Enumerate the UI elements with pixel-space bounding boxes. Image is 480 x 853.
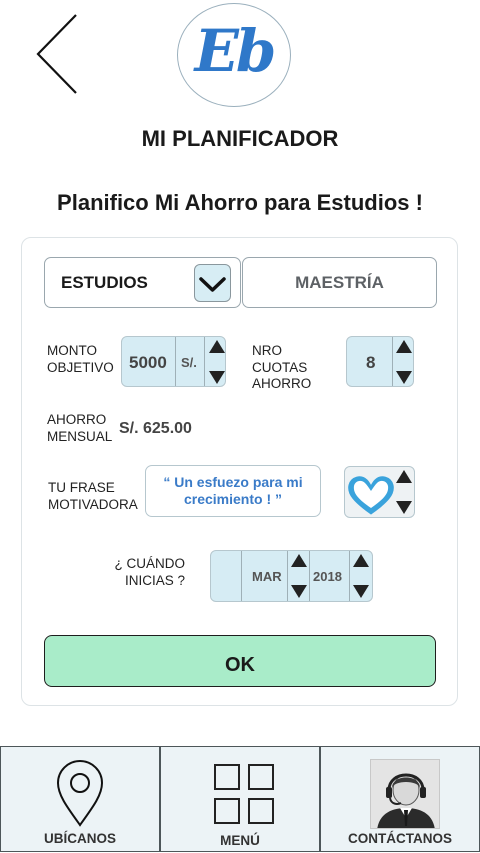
currency-label: S/. [181, 355, 197, 370]
heart-icon [348, 476, 394, 515]
nav-label-menu: MENÚ [220, 833, 260, 848]
chevron-down-icon [199, 277, 226, 292]
up-down-arrows-icon[interactable] [393, 468, 415, 517]
motivational-phrase-label: TU FRASE MOTIVADORA [48, 480, 138, 512]
page-subtitle: Planifico Mi Ahorro para Estudios ! [57, 190, 423, 215]
app-logo: Eb [177, 3, 291, 107]
chevron-left-icon [36, 14, 77, 94]
monthly-saving-label: AHORRO MENSUAL [47, 412, 113, 444]
ok-button[interactable]: OK [44, 635, 436, 687]
dropdown-toggle[interactable] [194, 264, 231, 302]
nav-label-locate: UBÍCANOS [43, 831, 116, 846]
motivational-phrase-field[interactable]: “ Un esfuezo para mi crecimiento ! ” [145, 465, 321, 517]
nav-item-contact[interactable]: CONTÁCTANOS [320, 746, 480, 852]
app-title: MI PLANIFICADOR [141, 126, 339, 151]
grid-menu-icon [214, 764, 274, 824]
start-year-value: 2018 [313, 569, 342, 584]
support-agent-icon [370, 759, 440, 829]
target-amount-stepper[interactable]: 5000 S/. [121, 336, 226, 387]
up-down-arrows-icon[interactable] [206, 338, 228, 387]
year-up-down-arrows-icon[interactable] [350, 552, 372, 601]
category-select-value: ESTUDIOS [61, 273, 148, 292]
target-amount-label: MONTO OBJETIVO [47, 343, 114, 375]
up-down-arrows-icon[interactable] [393, 338, 415, 387]
nav-item-menu[interactable]: MENÚ [160, 746, 320, 852]
installments-value: 8 [366, 353, 376, 372]
start-date-picker[interactable]: MAR 2018 [210, 550, 373, 602]
start-date-label: ¿ CUÁNDO INICIAS ? [114, 556, 186, 588]
bottom-nav: UBÍCANOS MENÚ CONTÁCTANOS [0, 746, 480, 853]
monthly-saving-value: S/. 625.00 [119, 420, 192, 437]
installments-stepper[interactable]: 8 [346, 336, 414, 387]
nav-label-contact: CONTÁCTANOS [348, 831, 452, 846]
subcategory-field[interactable]: MAESTRÍA [242, 257, 437, 308]
category-select[interactable]: ESTUDIOS [44, 257, 241, 308]
installments-label: NRO CUOTAS AHORRO [252, 343, 312, 391]
logo-text: Eb [194, 17, 277, 85]
icon-picker-stepper[interactable] [344, 466, 415, 518]
target-amount-value: 5000 [129, 353, 167, 372]
back-button[interactable] [34, 12, 82, 98]
month-up-down-arrows-icon[interactable] [288, 552, 310, 601]
location-pin-icon [56, 760, 104, 827]
nav-item-locate[interactable]: UBÍCANOS [0, 746, 160, 852]
start-month-value: MAR [252, 569, 282, 584]
